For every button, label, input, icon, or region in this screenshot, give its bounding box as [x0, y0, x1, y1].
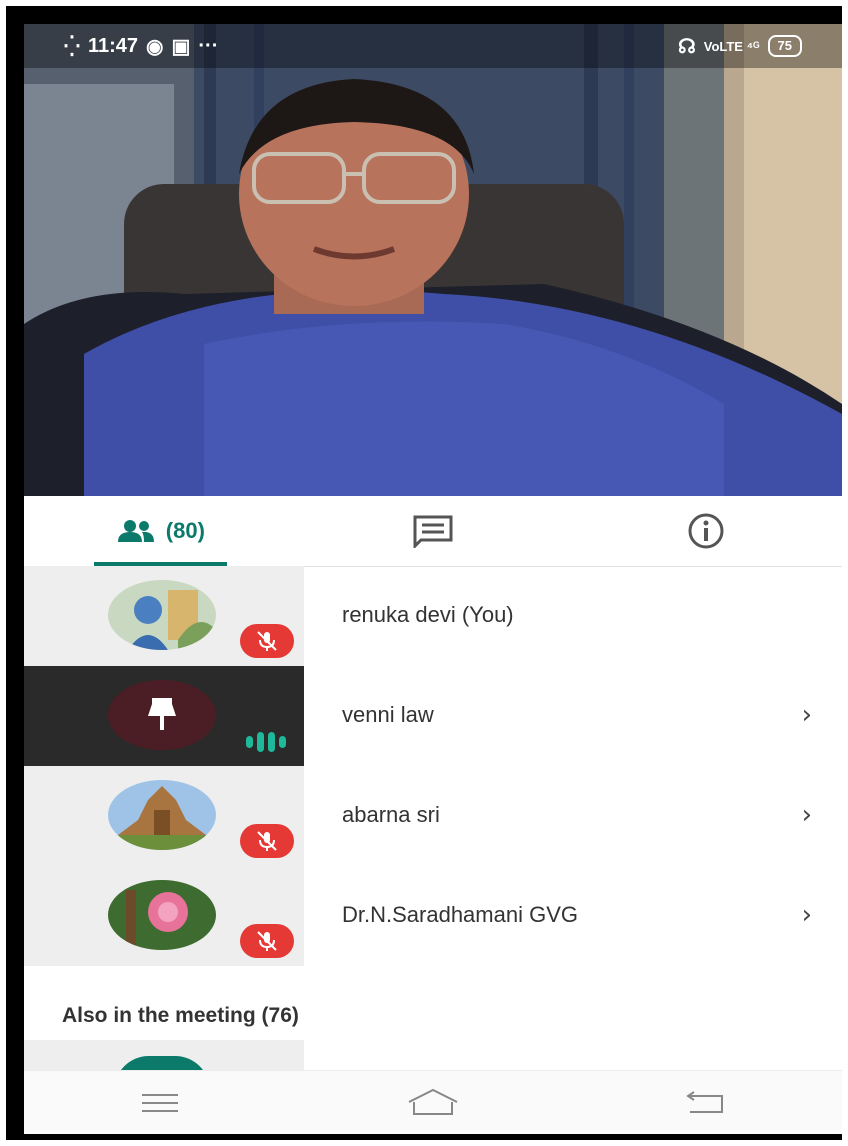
home-icon[interactable] [403, 1083, 463, 1123]
chevron-right-icon[interactable]: › [802, 700, 812, 730]
more-notifications-icon: ··· [198, 34, 219, 57]
people-count: (80) [165, 518, 205, 543]
participant-name: abarna sri [342, 802, 440, 827]
people-icon [117, 520, 154, 542]
status-bar: ⁛ 11:47 ◉ ▣ ··· ☊ VoLTE ⁴ᴳ 75 [24, 24, 842, 68]
signal-icon: ⁛ [64, 35, 80, 58]
speaking-indicator-icon [246, 732, 286, 752]
participant-avatar-tile [24, 766, 304, 866]
chevron-right-icon[interactable]: › [802, 800, 812, 830]
chevron-right-icon[interactable]: › [802, 900, 812, 930]
participant-row[interactable]: Dr.N.Saradhamani GVG › [24, 866, 842, 966]
notification-icon: ◉ [146, 35, 164, 58]
mic-muted-icon [240, 624, 294, 658]
avatar [108, 780, 216, 850]
network-icon: VoLTE ⁴ᴳ [703, 38, 760, 54]
participant-name: Dr.N.Saradhamani GVG [342, 902, 578, 927]
participant-avatar-tile [24, 866, 304, 966]
system-nav-bar [24, 1070, 842, 1134]
participant-row[interactable]: venni law › [24, 666, 842, 766]
status-time: 11:47 [87, 34, 139, 57]
info-icon [688, 513, 724, 549]
mic-muted-icon [240, 824, 294, 858]
avatar [108, 580, 216, 650]
main-video-feed[interactable]: ⁛ 11:47 ◉ ▣ ··· ☊ VoLTE ⁴ᴳ 75 [24, 24, 842, 496]
battery-indicator: 75 [767, 35, 802, 57]
tab-people[interactable]: (80) [24, 496, 297, 566]
meeting-tabs: (80) [24, 496, 842, 567]
gallery-icon: ▣ [171, 35, 191, 58]
headphones-icon: ☊ [677, 35, 696, 58]
avatar [108, 880, 216, 950]
chat-icon [413, 515, 453, 548]
participant-name: renuka devi (You) [342, 602, 514, 627]
participant-list: renuka devi (You) venni law › abarna sri… [24, 566, 842, 966]
participant-name: venni law [342, 702, 434, 727]
tab-chat[interactable] [297, 496, 570, 566]
back-icon[interactable] [676, 1083, 736, 1123]
mic-muted-icon [240, 924, 294, 958]
video-frame-image [24, 24, 842, 496]
participant-row[interactable]: abarna sri › [24, 766, 842, 866]
menu-icon[interactable] [130, 1083, 190, 1123]
participant-row[interactable]: renuka devi (You) [24, 566, 842, 666]
also-in-meeting-heading: Also in the meeting (76) [62, 1004, 299, 1027]
participant-avatar-tile [24, 666, 304, 766]
pin-icon [108, 680, 216, 750]
phone-screen: ⁛ 11:47 ◉ ▣ ··· ☊ VoLTE ⁴ᴳ 75 (80) renuk… [24, 24, 842, 1134]
tab-info[interactable] [569, 496, 842, 566]
participant-avatar-tile [24, 566, 304, 666]
